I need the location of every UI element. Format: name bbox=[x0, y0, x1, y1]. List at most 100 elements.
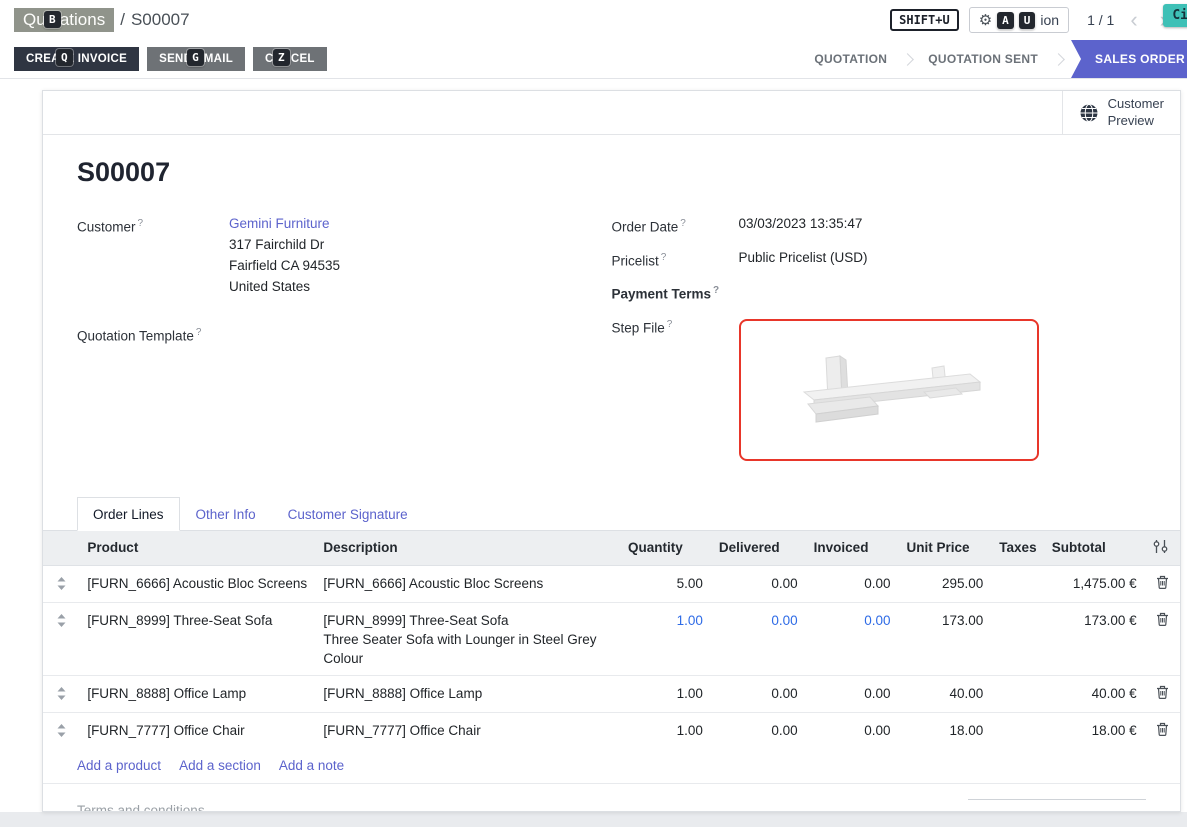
address-line: United States bbox=[229, 276, 340, 297]
cell-invoiced[interactable]: 0.00 bbox=[806, 675, 899, 712]
handle-column-header bbox=[43, 531, 79, 566]
table-row[interactable]: [FURN_6666] Acoustic Bloc Screens [FURN_… bbox=[43, 565, 1180, 602]
statusbar-step-quotation[interactable]: QUOTATION bbox=[800, 40, 901, 78]
delete-line-icon[interactable] bbox=[1156, 611, 1169, 631]
order-lines-table: Product Description Quantity Delivered I… bbox=[43, 531, 1180, 749]
table-row[interactable]: [FURN_7777] Office Chair [FURN_7777] Off… bbox=[43, 712, 1180, 749]
cell-product[interactable]: [FURN_7777] Office Chair bbox=[79, 712, 315, 749]
page-title: S00007 bbox=[77, 157, 1146, 188]
field-customer: Customer? Gemini Furniture 317 Fairchild… bbox=[77, 214, 612, 297]
table-row[interactable]: [FURN_8999] Three-Seat Sofa [FURN_8999] … bbox=[43, 602, 1180, 675]
total-label: Total: bbox=[968, 811, 1000, 813]
optional-columns-header bbox=[1145, 531, 1180, 566]
field-groups: Customer? Gemini Furniture 317 Fairchild… bbox=[77, 214, 1146, 471]
cell-unit-price[interactable]: 173.00 bbox=[898, 602, 991, 675]
cell-taxes[interactable] bbox=[991, 675, 1043, 712]
drag-handle-icon[interactable] bbox=[57, 574, 66, 595]
create-invoice-button[interactable]: CREATE INVOICE Q bbox=[14, 47, 139, 71]
cell-description[interactable]: [FURN_6666] Acoustic Bloc Screens bbox=[315, 565, 620, 602]
cell-delivered[interactable]: 0.00 bbox=[711, 712, 806, 749]
breadcrumb-section[interactable]: Quotations B bbox=[14, 8, 114, 32]
pricelist-field-value[interactable]: Public Pricelist (USD) bbox=[739, 248, 868, 272]
cell-taxes[interactable] bbox=[991, 602, 1043, 675]
order-date-field-value[interactable]: 03/03/2023 13:35:47 bbox=[739, 214, 863, 238]
keyboard-hint-corner: Ci bbox=[1163, 4, 1187, 27]
notebook-tabs: Order Lines Other Info Customer Signatur… bbox=[43, 497, 1180, 531]
column-header-delivered[interactable]: Delivered bbox=[711, 531, 806, 566]
address-line: 317 Fairchild Dr bbox=[229, 234, 340, 255]
drag-handle-icon[interactable] bbox=[57, 721, 66, 742]
terms-and-conditions-field[interactable]: Terms and conditions... bbox=[77, 799, 216, 813]
pager-previous-icon[interactable]: ‹ bbox=[1124, 10, 1143, 30]
tab-order-lines[interactable]: Order Lines bbox=[77, 497, 180, 531]
customer-preview-button[interactable]: CustomerPreview bbox=[1062, 91, 1180, 134]
column-header-subtotal[interactable]: Subtotal bbox=[1044, 531, 1145, 566]
breadcrumb-bar: Quotations B / S00007 SHIFT+U ⚙ A U ion … bbox=[0, 0, 1187, 40]
customer-link[interactable]: Gemini Furniture bbox=[229, 216, 330, 231]
cell-quantity[interactable]: 1.00 bbox=[620, 602, 711, 675]
cell-taxes[interactable] bbox=[991, 565, 1043, 602]
cell-quantity[interactable]: 1.00 bbox=[620, 712, 711, 749]
column-header-invoiced[interactable]: Invoiced bbox=[806, 531, 899, 566]
cell-product[interactable]: [FURN_8888] Office Lamp bbox=[79, 675, 315, 712]
cell-invoiced[interactable]: 0.00 bbox=[806, 712, 899, 749]
column-header-product[interactable]: Product bbox=[79, 531, 315, 566]
breadcrumb-separator: / bbox=[120, 10, 125, 30]
keyboard-hint-breadcrumb: B bbox=[44, 11, 61, 28]
step-file-image[interactable] bbox=[739, 319, 1039, 461]
form-sheet: S00007 Customer? Gemini Furniture 317 Fa… bbox=[43, 157, 1180, 471]
statusbar-chevron-icon bbox=[901, 53, 914, 66]
field-pricelist: Pricelist? Public Pricelist (USD) bbox=[612, 248, 1147, 272]
add-a-note-link[interactable]: Add a note bbox=[279, 758, 344, 773]
tab-customer-signature[interactable]: Customer Signature bbox=[272, 497, 424, 531]
delete-line-icon[interactable] bbox=[1156, 684, 1169, 704]
cell-invoiced[interactable]: 0.00 bbox=[806, 602, 899, 675]
cell-delivered[interactable]: 0.00 bbox=[711, 565, 806, 602]
optional-columns-icon[interactable] bbox=[1153, 540, 1168, 556]
delete-line-icon[interactable] bbox=[1156, 721, 1169, 741]
drag-handle-icon[interactable] bbox=[57, 684, 66, 705]
statusbar-step-quotation-sent[interactable]: QUOTATION SENT bbox=[914, 40, 1052, 78]
drag-handle-icon[interactable] bbox=[57, 611, 66, 632]
field-quotation-template[interactable]: Quotation Template? bbox=[77, 323, 612, 347]
help-marker: ? bbox=[196, 327, 202, 338]
cell-product[interactable]: [FURN_6666] Acoustic Bloc Screens bbox=[79, 565, 315, 602]
keyboard-hint-shift-u: SHIFT+U bbox=[890, 9, 959, 31]
send-email-button[interactable]: SEND EMAIL G bbox=[147, 47, 245, 71]
field-order-date: Order Date? 03/03/2023 13:35:47 bbox=[612, 214, 1147, 238]
table-row[interactable]: [FURN_8888] Office Lamp [FURN_8888] Offi… bbox=[43, 675, 1180, 712]
column-header-unit-price[interactable]: Unit Price bbox=[898, 531, 991, 566]
cell-subtotal: 40.00 € bbox=[1044, 675, 1145, 712]
odoo-sale-order-page: { "ui": { "help_marker": "?" }, "colors"… bbox=[0, 0, 1187, 827]
breadcrumb-record: S00007 bbox=[131, 10, 190, 30]
action-menu-button[interactable]: ⚙ A U ion bbox=[969, 7, 1069, 33]
cell-description[interactable]: [FURN_7777] Office Chair bbox=[315, 712, 620, 749]
cell-product[interactable]: [FURN_8999] Three-Seat Sofa bbox=[79, 602, 315, 675]
cell-delivered[interactable]: 0.00 bbox=[711, 675, 806, 712]
keyboard-hint-action-u: U bbox=[1019, 12, 1036, 29]
cancel-button[interactable]: CANCEL Z bbox=[253, 47, 327, 71]
column-header-quantity[interactable]: Quantity bbox=[620, 531, 711, 566]
cell-unit-price[interactable]: 40.00 bbox=[898, 675, 991, 712]
delete-line-icon[interactable] bbox=[1156, 574, 1169, 594]
table-header-row: Product Description Quantity Delivered I… bbox=[43, 531, 1180, 566]
cell-description[interactable]: [FURN_8999] Three-Seat Sofa Three Seater… bbox=[315, 602, 620, 675]
cell-unit-price[interactable]: 295.00 bbox=[898, 565, 991, 602]
customer-preview-label: CustomerPreview bbox=[1108, 96, 1164, 130]
cell-invoiced[interactable]: 0.00 bbox=[806, 565, 899, 602]
column-header-taxes[interactable]: Taxes bbox=[991, 531, 1043, 566]
add-a-section-link[interactable]: Add a section bbox=[179, 758, 261, 773]
cell-taxes[interactable] bbox=[991, 712, 1043, 749]
cell-description[interactable]: [FURN_8888] Office Lamp bbox=[315, 675, 620, 712]
column-header-description[interactable]: Description bbox=[315, 531, 620, 566]
add-a-product-link[interactable]: Add a product bbox=[77, 758, 161, 773]
cell-quantity[interactable]: 5.00 bbox=[620, 565, 711, 602]
customer-field-label: Customer? bbox=[77, 214, 229, 297]
tab-other-info[interactable]: Other Info bbox=[180, 497, 272, 531]
cell-quantity[interactable]: 1.00 bbox=[620, 675, 711, 712]
help-marker: ? bbox=[661, 252, 667, 263]
statusbar-step-sales-order[interactable]: SALES ORDER bbox=[1071, 40, 1187, 78]
description-extra-line: Three Seater Sofa with Lounger in Steel … bbox=[323, 630, 612, 668]
cell-delivered[interactable]: 0.00 bbox=[711, 602, 806, 675]
cell-unit-price[interactable]: 18.00 bbox=[898, 712, 991, 749]
